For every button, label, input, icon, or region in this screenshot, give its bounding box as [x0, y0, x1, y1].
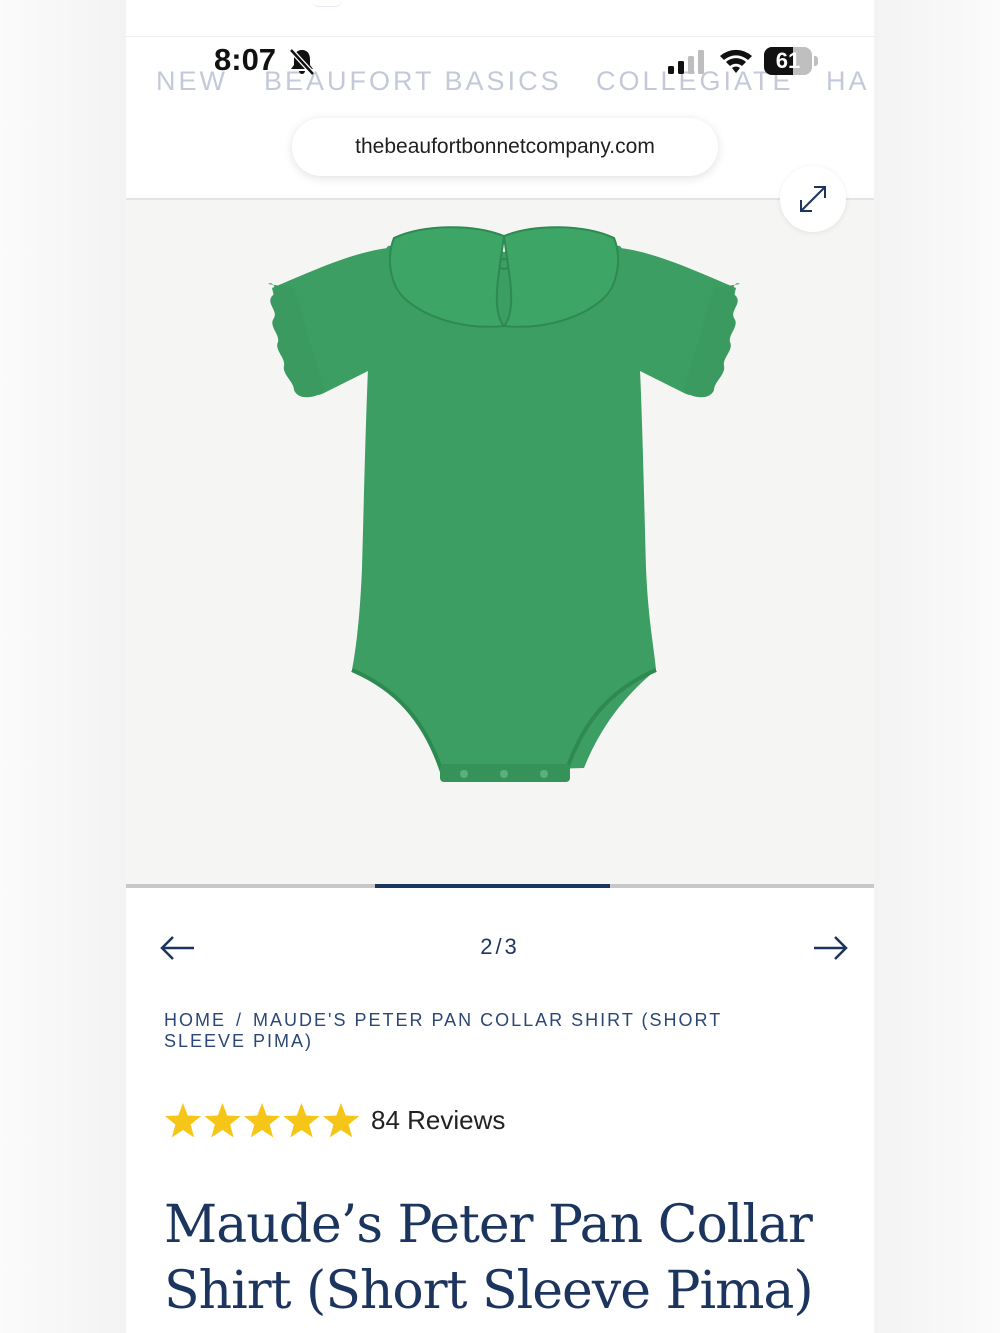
star-icon	[283, 1103, 320, 1138]
expand-icon	[800, 186, 826, 212]
breadcrumb-separator: /	[236, 1010, 244, 1030]
expand-image-button[interactable]	[780, 166, 846, 232]
review-count[interactable]: 84 Reviews	[371, 1105, 505, 1136]
gallery-counter: 2/3	[480, 934, 520, 959]
battery-icon: 61	[764, 47, 820, 75]
address-bar-url: thebeaufortbonnetcompany.com	[355, 135, 655, 158]
product-title: Maude’s Peter Pan Collar Shirt (Short Sl…	[164, 1195, 814, 1321]
breadcrumb: HOME / MAUDE'S PETER PAN COLLAR SHIRT (SHO…	[164, 1010, 784, 1052]
bell-slash-icon	[289, 48, 315, 76]
header-divider	[126, 36, 874, 37]
top-edge-hint	[312, 0, 342, 7]
breadcrumb-home[interactable]: HOME	[164, 1010, 226, 1030]
left-backdrop	[0, 0, 126, 1333]
star-icon	[204, 1103, 241, 1138]
status-time: 8:07	[214, 42, 277, 77]
star-icon	[322, 1103, 360, 1138]
arrow-left-icon[interactable]	[160, 933, 196, 963]
nav-item-partial[interactable]: HA	[826, 66, 870, 97]
star-icon	[164, 1103, 202, 1138]
product-image	[268, 226, 740, 782]
arrow-right-icon[interactable]	[812, 933, 848, 963]
battery-level: 61	[775, 48, 801, 73]
cellular-signal-icon	[668, 50, 704, 74]
phone-screen: NEW BEAUFORT BASICS COLLEGIATE HA 8:07 6…	[126, 0, 874, 1333]
breadcrumb-current: MAUDE'S PETER PAN COLLAR SHIRT (SHORT SL…	[164, 1010, 722, 1051]
address-bar[interactable]: thebeaufortbonnetcompany.com	[292, 118, 718, 176]
gallery-progress-indicator	[375, 884, 610, 888]
star-icon	[243, 1103, 281, 1138]
wifi-icon	[720, 49, 752, 73]
right-backdrop	[874, 0, 1000, 1333]
star-rating	[164, 1103, 360, 1138]
